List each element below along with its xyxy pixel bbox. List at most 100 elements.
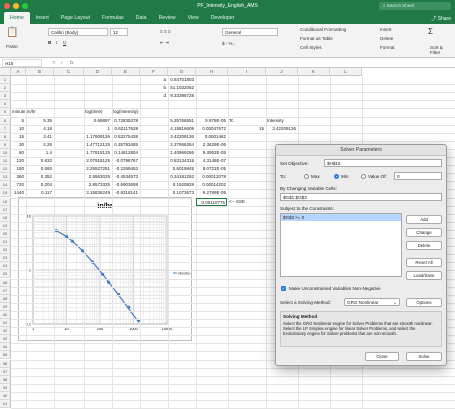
table-cell[interactable]: 2.3629E-06 xyxy=(196,141,227,149)
share-button[interactable]: ⤴ Share xyxy=(431,15,451,22)
tab-insert[interactable]: Insert xyxy=(30,12,55,24)
reset-all-button[interactable]: Reset All xyxy=(406,258,442,267)
constraints-list[interactable]: $G$3 >= 0 xyxy=(280,213,402,277)
row-header[interactable]: 38 xyxy=(0,375,11,384)
table-cell[interactable]: 3.15836249 xyxy=(84,189,111,197)
param-value[interactable]: 0.84701803 xyxy=(168,76,195,84)
column-header[interactable]: C xyxy=(54,68,84,76)
table-cell[interactable]: 9.2789E-05 xyxy=(196,189,227,197)
table-cell[interactable]: 0.593 xyxy=(26,165,53,173)
row-header[interactable]: 33 xyxy=(0,335,11,344)
row-header[interactable]: 6 xyxy=(0,116,11,125)
table-cell[interactable]: 0.34181292 xyxy=(168,173,195,181)
table-cell[interactable]: 0.1073673 xyxy=(168,189,195,197)
table-cell[interactable]: 0.00014202 xyxy=(196,181,227,189)
table-cell[interactable]: 1.47712125 xyxy=(84,141,111,149)
param-value[interactable]: 9.33398728 xyxy=(168,92,195,100)
header-logintensity[interactable]: log(intensity) xyxy=(112,108,139,116)
table-cell[interactable]: 0.0001462 xyxy=(196,133,227,141)
row-header[interactable]: 3 xyxy=(0,92,11,101)
row-header[interactable]: 37 xyxy=(0,367,11,376)
row-header[interactable]: 4 xyxy=(0,100,11,109)
table-cell[interactable]: 15 xyxy=(11,133,25,141)
max-radio[interactable] xyxy=(304,174,309,179)
table-cell[interactable]: 0.832 xyxy=(26,157,53,165)
close-button[interactable]: Close xyxy=(365,352,399,361)
table-cell[interactable]: 2.25527251 xyxy=(84,165,111,173)
table-cell[interactable]: -0.4534573 xyxy=(112,173,139,181)
tab-page-layout[interactable]: Page Layout xyxy=(55,12,96,24)
row-header[interactable]: 19 xyxy=(0,221,11,230)
row-header[interactable]: 23 xyxy=(0,254,11,263)
cancel-icon[interactable]: ✕ xyxy=(52,60,56,66)
param-label[interactable]: b xyxy=(140,84,167,92)
row-header[interactable]: 28 xyxy=(0,294,11,303)
table-cell[interactable]: 0.83134315 xyxy=(168,157,195,165)
row-header[interactable]: 40 xyxy=(0,391,11,400)
param-label[interactable]: a xyxy=(140,76,167,84)
table-cell[interactable]: 10 xyxy=(11,125,25,133)
table-cell[interactable]: 180 xyxy=(11,165,25,173)
row-header[interactable]: 22 xyxy=(0,246,11,255)
row-header[interactable]: 31 xyxy=(0,319,11,327)
cell-styles-button[interactable]: Cell Styles xyxy=(300,45,322,50)
tab-developer[interactable]: Developer xyxy=(205,12,241,24)
load-save-button[interactable]: Load/Save xyxy=(406,271,442,280)
intensity-value[interactable]: 3.42209136 xyxy=(266,125,297,133)
table-cell[interactable]: 1.77815125 xyxy=(84,149,111,157)
row-header[interactable]: 15 xyxy=(0,189,11,198)
add-button[interactable]: Add xyxy=(406,215,442,224)
table-cell[interactable]: 0.00012078 xyxy=(196,173,227,181)
name-box[interactable]: H15 xyxy=(2,59,42,67)
options-button[interactable]: Options xyxy=(406,298,442,307)
table-cell[interactable]: 1.40969286 xyxy=(168,149,195,157)
value-of-radio[interactable] xyxy=(361,174,366,179)
table-cell[interactable]: 4.15816609 xyxy=(168,125,195,133)
bold-button[interactable]: B xyxy=(48,40,51,45)
changing-cells-input[interactable]: $G$1:$G$3 xyxy=(280,193,442,201)
row-header[interactable]: 18 xyxy=(0,213,11,222)
table-cell[interactable]: 120 xyxy=(11,157,25,165)
delete-cells-button[interactable]: Delete xyxy=(380,36,393,41)
font-size-select[interactable]: 12 xyxy=(110,28,128,36)
table-cell[interactable]: 1.17609126 xyxy=(84,133,111,141)
tab-view[interactable]: View xyxy=(182,12,205,24)
table-cell[interactable]: 0.14612804 xyxy=(112,149,139,157)
header-intensity[interactable]: Intensity xyxy=(266,117,297,125)
column-header[interactable]: H xyxy=(196,68,228,76)
column-header[interactable]: B xyxy=(26,68,54,76)
confirm-icon[interactable]: ✓ xyxy=(60,60,64,66)
align-left-icon[interactable]: ≡ ≡ ≡ xyxy=(160,29,171,34)
header-inhr[interactable]: in/hr xyxy=(26,108,53,116)
table-cell[interactable]: 2.8573325 xyxy=(84,181,111,189)
row-header[interactable]: 11 xyxy=(0,157,11,165)
search-sheet-input[interactable]: ⌕ Search Sheet xyxy=(379,2,451,10)
row-header[interactable]: 2 xyxy=(0,84,11,93)
table-cell[interactable]: 0.53275438 xyxy=(112,133,139,141)
sse-label[interactable]: <-- SSE xyxy=(228,198,265,206)
table-cell[interactable]: 0.117 xyxy=(26,189,53,197)
table-cell[interactable]: 1 xyxy=(84,125,111,133)
sse-cell[interactable]: 0.00110776 xyxy=(196,197,227,206)
delete-button[interactable]: Delete xyxy=(406,241,442,250)
row-header[interactable]: 5 xyxy=(0,108,11,117)
constraint-item[interactable]: $G$3 >= 0 xyxy=(281,214,401,221)
format-cells-button[interactable]: Format xyxy=(380,45,395,50)
table-cell[interactable]: 0.204 xyxy=(26,181,53,189)
row-header[interactable]: 30 xyxy=(0,310,11,319)
table-cell[interactable]: 3.41 xyxy=(26,133,53,141)
font-name-select[interactable]: Calibri (Body) xyxy=(48,28,108,36)
table-cell[interactable]: 360 xyxy=(11,173,25,181)
table-cell[interactable]: 8.0721E-05 xyxy=(196,165,227,173)
table-cell[interactable]: -0.2269453 xyxy=(112,165,139,173)
table-cell[interactable]: 5.876E-05 xyxy=(196,117,227,125)
row-header[interactable]: 10 xyxy=(0,148,11,157)
table-cell[interactable]: 3.42209136 xyxy=(168,133,195,141)
column-header[interactable]: F xyxy=(140,68,168,76)
column-header[interactable]: K xyxy=(298,68,330,76)
header-logtime[interactable]: log(time) xyxy=(84,108,111,116)
table-cell[interactable]: 5.35766551 xyxy=(168,117,195,125)
table-cell[interactable]: 0.62117628 xyxy=(112,125,139,133)
header-minutes[interactable]: minutes xyxy=(11,108,25,116)
table-cell[interactable]: -0.6903698 xyxy=(112,181,139,189)
